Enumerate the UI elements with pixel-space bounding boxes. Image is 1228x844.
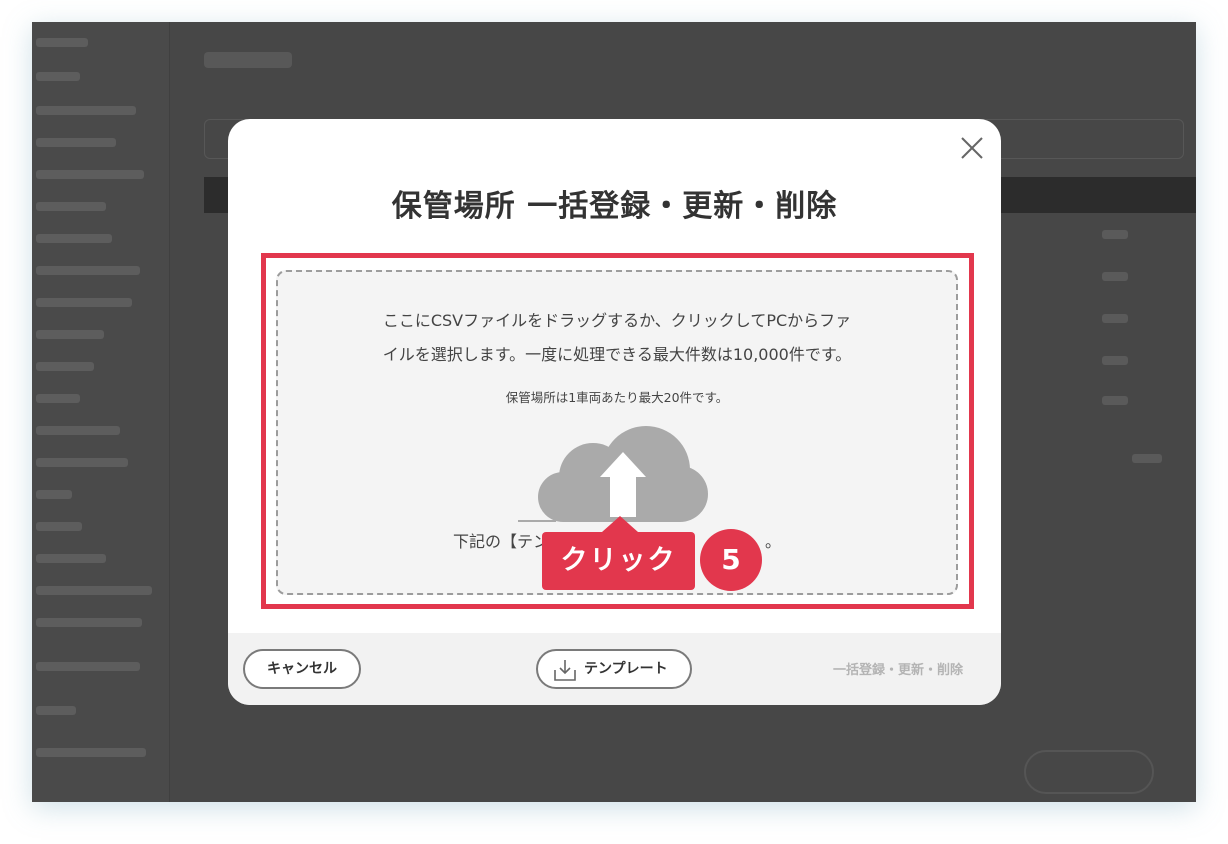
cloud-upload-icon	[518, 426, 708, 522]
dropzone-instruction-line1: ここにCSVファイルをドラッグするか、クリックしてPCからファ	[382, 311, 852, 330]
close-icon[interactable]	[959, 135, 985, 161]
bulk-register-modal: 保管場所 一括登録・更新・削除 ここにCSVファイルをドラッグするか、クリックし…	[228, 119, 1001, 705]
modal-title: 保管場所 一括登録・更新・削除	[391, 189, 838, 224]
step-number-badge: 5	[700, 529, 762, 591]
background-sidebar	[32, 22, 170, 802]
bulk-submit-button[interactable]: 一括登録・更新・削除	[833, 659, 963, 678]
template-hint-text: 下記の【テン	[453, 532, 550, 551]
template-download-button[interactable]: テンプレート	[536, 649, 692, 689]
click-callout: クリック	[542, 516, 695, 590]
template-hint-text-end: 。	[765, 532, 782, 551]
dropzone-instruction-line2: イルを選択します。一度に処理できる最大件数は10,000件です。	[382, 345, 852, 364]
template-button-label: テンプレート	[584, 661, 668, 677]
modal-footer: キャンセル テンプレート 一括登録・更新・削除	[228, 633, 1001, 705]
cancel-button[interactable]: キャンセル	[243, 649, 361, 689]
dropzone-limit-note: 保管場所は1車両あたり最大20件です。	[505, 390, 729, 405]
download-icon	[554, 660, 576, 681]
